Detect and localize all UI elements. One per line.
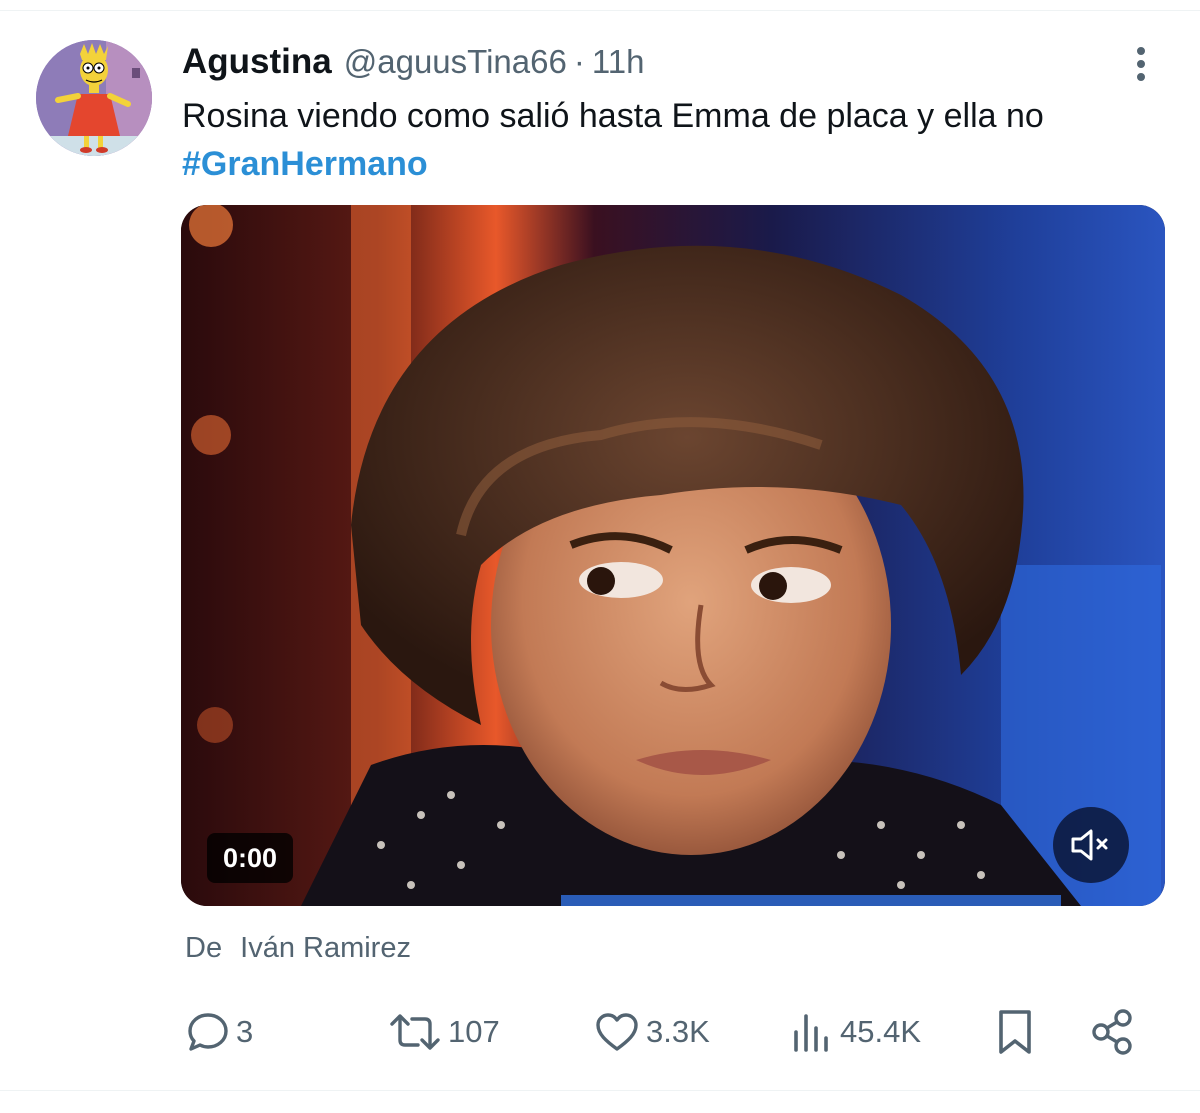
- top-divider: [0, 10, 1200, 11]
- views-button[interactable]: 45.4K: [790, 1000, 921, 1064]
- display-name[interactable]: Agustina: [182, 42, 332, 82]
- video-frame: [181, 205, 1165, 906]
- retweet-button[interactable]: 107: [388, 1000, 500, 1064]
- like-count: 3.3K: [646, 1014, 710, 1049]
- reply-count: 3: [236, 1014, 254, 1049]
- attribution-prefix: De: [185, 932, 223, 964]
- reply-icon: [188, 1013, 228, 1051]
- video-timestamp: 0:00: [207, 833, 294, 883]
- tweet-body: Rosina viendo como salió hasta Emma de p…: [182, 97, 1044, 135]
- tweet-time[interactable]: 11h: [592, 43, 645, 81]
- view-count: 45.4K: [840, 1014, 922, 1049]
- tweet-header: Agustina @aguusTina66 · 11h: [182, 38, 644, 86]
- separator-dot: ·: [573, 43, 585, 80]
- mute-button[interactable]: [1053, 807, 1129, 883]
- avatar[interactable]: [36, 40, 152, 156]
- share-icon[interactable]: [1090, 1008, 1136, 1056]
- attribution-name[interactable]: Iván Ramirez: [240, 932, 411, 964]
- speaker-muted-icon: [1071, 829, 1108, 861]
- tweet-text: Rosina viendo como salió hasta Emma de p…: [182, 92, 1142, 188]
- vertical-ellipsis-icon[interactable]: [1126, 44, 1156, 84]
- bookmark-icon[interactable]: [996, 1008, 1034, 1056]
- user-handle[interactable]: @aguusTina66: [344, 43, 567, 81]
- hashtag-link[interactable]: #GranHermano: [182, 140, 1142, 188]
- reply-button[interactable]: 3: [186, 1000, 253, 1064]
- cartoon-avatar-icon: [36, 40, 152, 156]
- action-bar: 3 107 3.3K 45.4K: [0, 1000, 1200, 1064]
- media-attribution: De Iván Ramirez: [185, 932, 411, 965]
- retweet-count: 107: [448, 1014, 500, 1049]
- video-player[interactable]: 0:00: [181, 205, 1165, 906]
- like-button[interactable]: 3.3K: [594, 1000, 710, 1064]
- heart-icon: [596, 1013, 638, 1051]
- bottom-divider: [0, 1090, 1200, 1091]
- analytics-bar-icon: [794, 1014, 828, 1052]
- retweet-icon: [390, 1014, 440, 1050]
